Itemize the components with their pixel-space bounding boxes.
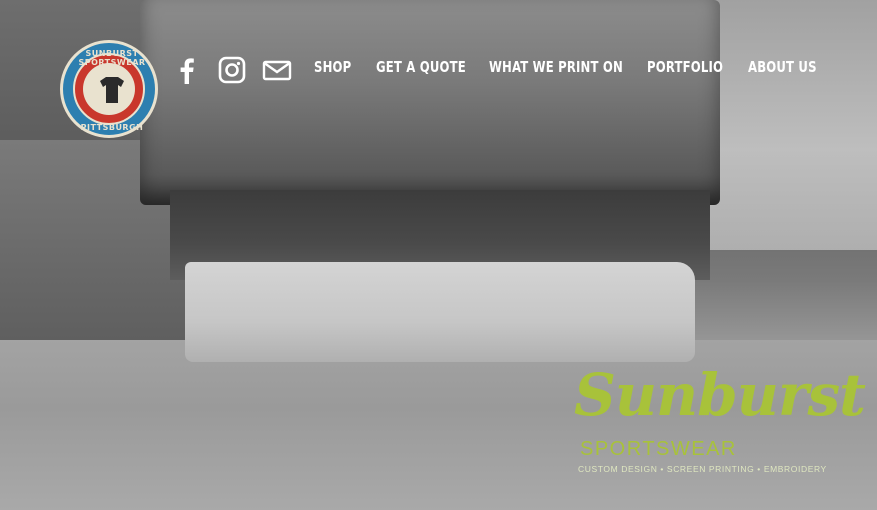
brand-script-name: Sunburst	[574, 361, 866, 429]
brand-wordmark: Sunburst SPORTSWEAR CUSTOM DESIGN • SCRE…	[574, 365, 866, 480]
squeegee-handle	[140, 0, 720, 205]
facebook-icon	[180, 58, 194, 84]
instagram-link[interactable]	[218, 55, 246, 85]
hero-bg-right	[700, 0, 877, 250]
instagram-icon	[218, 56, 246, 84]
email-link[interactable]	[262, 55, 292, 85]
ink-bead	[185, 262, 695, 362]
badge-bottom-text: PITTSBURGH	[80, 123, 144, 132]
brand-tagline: CUSTOM DESIGN • SCREEN PRINTING • EMBROI…	[578, 464, 827, 474]
mail-icon	[262, 60, 292, 81]
brand-sportswear: SPORTSWEAR	[580, 438, 737, 460]
nav-shop[interactable]: SHOP	[314, 58, 351, 76]
badge-top-text: SUNBURST SPORTSWEAR	[78, 49, 146, 67]
site-logo-badge[interactable]: SUNBURST SPORTSWEAR PITTSBURGH	[60, 40, 158, 138]
nav-get-a-quote[interactable]: GET A QUOTE	[376, 58, 466, 76]
nav-portfolio[interactable]: PORTFOLIO	[647, 58, 723, 76]
nav-what-we-print-on[interactable]: WHAT WE PRINT ON	[489, 58, 623, 76]
facebook-link[interactable]	[178, 55, 196, 85]
nav-about-us[interactable]: ABOUT US	[748, 58, 817, 76]
